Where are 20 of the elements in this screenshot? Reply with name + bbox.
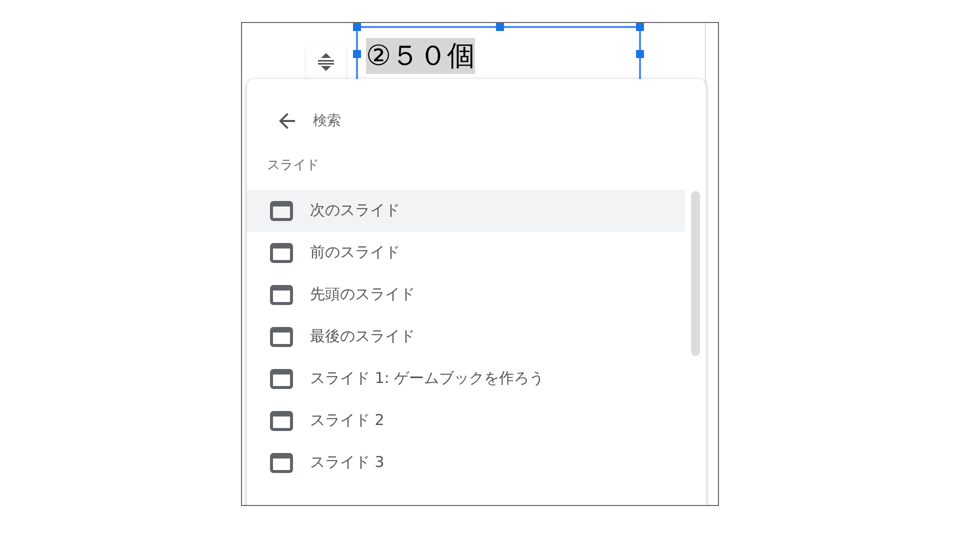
resize-handle[interactable]: [636, 50, 644, 58]
menu-item[interactable]: 次のスライド: [247, 190, 685, 232]
resize-handle[interactable]: [636, 23, 644, 31]
resize-handle[interactable]: [353, 23, 361, 31]
slide-icon: [270, 410, 293, 430]
slide-icon: [270, 368, 293, 388]
text-content: ②５０個: [366, 38, 476, 74]
slide-icon: [270, 242, 293, 262]
align-button[interactable]: [306, 43, 346, 81]
menu-item[interactable]: 前のスライド: [247, 232, 685, 274]
slide-icon: [270, 200, 293, 220]
resize-handle[interactable]: [353, 50, 361, 58]
slide-icon: [270, 452, 293, 472]
section-header: スライド: [267, 157, 319, 175]
vertical-align-icon: [316, 51, 336, 73]
scrollbar[interactable]: [691, 191, 700, 356]
search-label: 検索: [313, 112, 341, 130]
resize-handle[interactable]: [496, 23, 504, 31]
slide-icon: [270, 284, 293, 304]
slide-icon: [270, 326, 293, 346]
